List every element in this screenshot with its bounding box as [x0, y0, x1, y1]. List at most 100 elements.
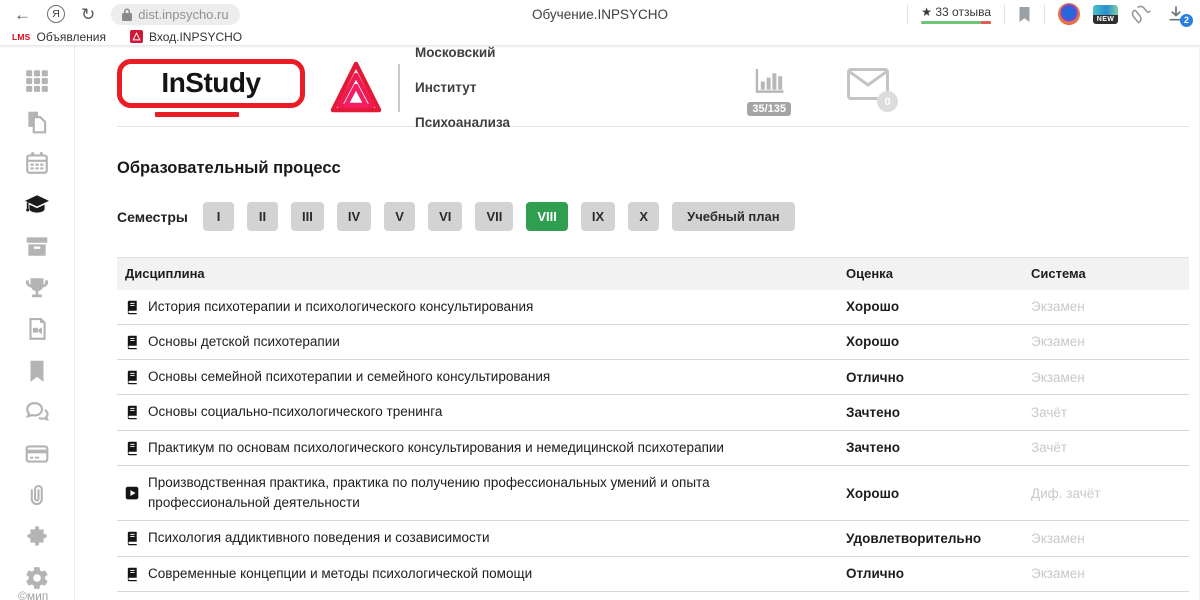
- sidebar-item-trophy[interactable]: [24, 275, 50, 301]
- sidebar-item-attachments[interactable]: [24, 482, 50, 508]
- book-icon: [125, 335, 140, 350]
- course-grade: Зачтено: [846, 405, 1031, 420]
- bookmark-flag-icon[interactable]: [1018, 6, 1031, 23]
- instudy-logo[interactable]: InStudy: [117, 58, 305, 118]
- sidebar-item-settings[interactable]: [24, 565, 50, 591]
- puzzle-icon: [24, 524, 50, 550]
- course-name-cell: История психотерапии и психологического …: [125, 297, 846, 317]
- course-grade: Удовлетворительно: [846, 531, 1031, 546]
- instudy-logo-text: InStudy: [157, 67, 264, 99]
- course-name: Современные концепции и методы психологи…: [148, 564, 532, 584]
- column-system: Система: [1031, 266, 1181, 281]
- toolbar-right: ★ 33 отзыва NEW 2: [907, 3, 1186, 25]
- bookmarks-bar: LMS Объявления Вход.INPSYCHO: [0, 28, 1200, 45]
- column-grade: Оценка: [846, 266, 1031, 281]
- education-icon: [24, 192, 50, 218]
- mail-stat[interactable]: 0: [847, 68, 889, 105]
- browser-profile-icon[interactable]: [1058, 3, 1080, 25]
- lms-favicon: LMS: [12, 32, 31, 42]
- sidebar-item-education[interactable]: [24, 192, 50, 218]
- sidebar-item-calendar[interactable]: [24, 150, 50, 176]
- sidebar-item-archive-box[interactable]: [24, 233, 50, 259]
- new-badge: NEW: [1093, 15, 1118, 24]
- semester-tab-iii[interactable]: III: [291, 202, 324, 231]
- bookmark-label: Объявления: [37, 30, 106, 44]
- bookmark-login[interactable]: Вход.INPSYCHO: [130, 30, 242, 44]
- table-row[interactable]: Производственная практика, практика по п…: [117, 466, 1189, 522]
- main-content: InStudy Московский Институт Психоанализа…: [75, 45, 1200, 600]
- sidebar-item-puzzle[interactable]: [24, 524, 50, 550]
- divider: [1004, 5, 1005, 24]
- course-system: Диф. зачёт: [1031, 486, 1181, 501]
- semester-row: Семестры IIIIIIIVVVIVIIVIIIIXX Учебный п…: [117, 202, 1189, 231]
- semester-tabs: IIIIIIIVVVIVIIVIIIIXX: [203, 202, 659, 231]
- table-row[interactable]: Современные концепции и методы психологи…: [117, 557, 1189, 592]
- progress-stat[interactable]: 35/135: [747, 68, 791, 116]
- yandex-icon[interactable]: Я: [47, 5, 65, 23]
- sidebar-item-bookmark[interactable]: [24, 358, 50, 384]
- archive-box-icon: [24, 233, 50, 259]
- apps-grid-icon: [24, 67, 50, 93]
- course-table: Дисциплина Оценка Система История психот…: [117, 257, 1189, 592]
- course-table-body: История психотерапии и психологического …: [117, 290, 1189, 592]
- table-row[interactable]: Основы семейной психотерапии и семейного…: [117, 360, 1189, 395]
- reload-icon[interactable]: ↻: [81, 6, 95, 23]
- sidebar-item-apps-grid[interactable]: [24, 67, 50, 93]
- sidebar-item-documents[interactable]: [24, 109, 50, 135]
- course-name-cell: Производственная практика, практика по п…: [125, 473, 846, 514]
- new-feature-icon[interactable]: NEW: [1093, 5, 1118, 24]
- table-header: Дисциплина Оценка Система: [117, 258, 1189, 290]
- bookmark-icon: [24, 358, 50, 384]
- course-name-cell: Современные концепции и методы психологи…: [125, 564, 846, 584]
- extension-icon[interactable]: [1131, 4, 1153, 24]
- table-row[interactable]: Основы социально-психологического тренин…: [117, 395, 1189, 430]
- progress-badge: 35/135: [747, 102, 791, 116]
- column-discipline: Дисциплина: [125, 264, 846, 284]
- course-system: Экзамен: [1031, 531, 1181, 546]
- page-title: Образовательный процесс: [117, 159, 1189, 178]
- url-text: dist.inpsycho.ru: [138, 7, 228, 22]
- bar-chart-icon: [753, 68, 785, 100]
- back-icon[interactable]: ←: [14, 6, 31, 23]
- book-icon: [125, 405, 140, 420]
- star-icon: ★: [921, 5, 932, 19]
- table-row[interactable]: Психология аддиктивного поведения и соза…: [117, 521, 1189, 556]
- play-icon: [125, 486, 140, 501]
- new-feature-thumb: [1093, 5, 1118, 15]
- sidebar-item-messages[interactable]: [24, 399, 50, 425]
- course-system: Экзамен: [1031, 370, 1181, 385]
- course-name-cell: Основы социально-психологического тренин…: [125, 402, 846, 422]
- table-row[interactable]: Практикум по основам психологического ко…: [117, 431, 1189, 466]
- attachments-icon: [24, 482, 50, 508]
- semester-tab-x[interactable]: X: [628, 202, 659, 231]
- bookmark-announcements[interactable]: LMS Объявления: [12, 30, 106, 44]
- site-rating[interactable]: ★ 33 отзыва: [921, 5, 991, 24]
- semester-tab-iv[interactable]: IV: [337, 202, 371, 231]
- course-name-cell: Основы семейной психотерапии и семейного…: [125, 367, 846, 387]
- messages-icon: [24, 399, 50, 425]
- semester-tab-vii[interactable]: VII: [475, 202, 513, 231]
- semesters-label: Семестры: [117, 209, 203, 225]
- institute-name: Московский Институт Психоанализа: [415, 27, 510, 150]
- course-grade: Отлично: [846, 566, 1031, 581]
- rating-label: ★ 33 отзыва: [921, 5, 991, 19]
- semester-tab-vi[interactable]: VI: [428, 202, 462, 231]
- semester-tab-ii[interactable]: II: [247, 202, 278, 231]
- semester-tab-v[interactable]: V: [384, 202, 415, 231]
- course-name-cell: Основы детской психотерапии: [125, 332, 846, 352]
- sidebar-item-video-lessons[interactable]: [24, 316, 50, 342]
- address-bar[interactable]: dist.inpsycho.ru: [111, 4, 239, 25]
- curriculum-button[interactable]: Учебный план: [672, 202, 794, 231]
- course-name: Основы семейной психотерапии и семейного…: [148, 367, 550, 387]
- book-icon: [125, 441, 140, 456]
- semester-tab-ix[interactable]: IX: [581, 202, 615, 231]
- sidebar-item-payment-card[interactable]: [24, 441, 50, 467]
- course-system: Экзамен: [1031, 566, 1181, 581]
- semester-tab-viii[interactable]: VIII: [526, 202, 568, 231]
- lock-icon: [122, 8, 132, 21]
- browser-chrome: ← Я ↻ dist.inpsycho.ru Обучение.INPSYCHO…: [0, 0, 1200, 45]
- semester-tab-i[interactable]: I: [203, 202, 234, 231]
- table-row[interactable]: Основы детской психотерапииХорошоЭкзамен: [117, 325, 1189, 360]
- downloads-icon[interactable]: 2: [1166, 6, 1186, 23]
- table-row[interactable]: История психотерапии и психологического …: [117, 290, 1189, 325]
